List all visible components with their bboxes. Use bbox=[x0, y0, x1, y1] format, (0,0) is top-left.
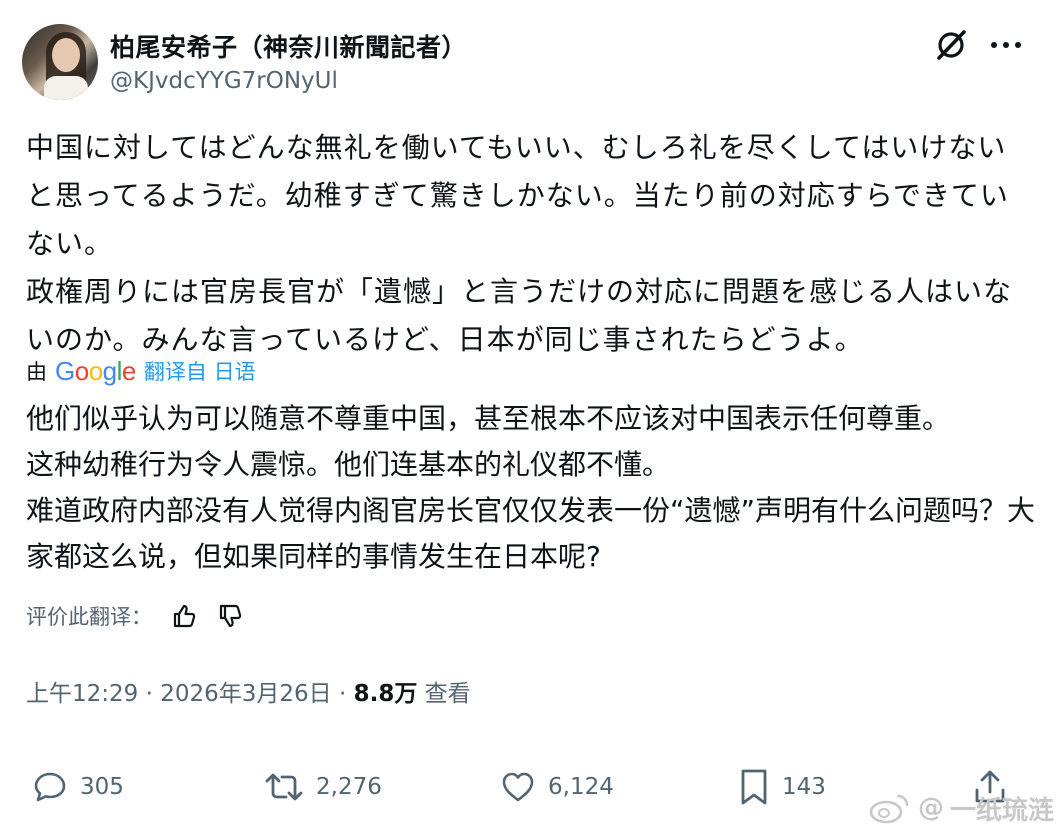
reply-count: 305 bbox=[80, 774, 124, 800]
google-logo-letter: e bbox=[121, 355, 136, 386]
translation-paragraph: 他们似乎认为可以随意不尊重中国，甚至根本不应该对中国表示任何尊重。 这种幼稚行为… bbox=[26, 402, 1036, 573]
thumbs-down-icon[interactable] bbox=[216, 602, 244, 630]
translated-by-label: 由 bbox=[26, 360, 47, 384]
reply-button[interactable]: 305 bbox=[32, 760, 124, 814]
author-handle[interactable]: @KJvdcYYG7rONyUl bbox=[110, 68, 338, 94]
rate-translation-label: 评价此翻译： bbox=[26, 605, 152, 629]
watermark-text: 一纸琉涟 bbox=[950, 795, 1055, 826]
bookmark-icon bbox=[741, 769, 767, 805]
tweet-meta: 上午12:29 · 2026年3月26日 · 8.8万 查看 bbox=[26, 674, 471, 708]
views-count: 8.8万 bbox=[353, 681, 418, 707]
translate-source-link[interactable]: 翻译自 日语 bbox=[144, 356, 256, 386]
meta-separator: · bbox=[331, 681, 354, 707]
thumbs-up-icon[interactable] bbox=[170, 602, 198, 630]
google-logo-letter: g bbox=[102, 355, 117, 386]
tweet-paragraph: 中国に対してはどんな無礼を働いてもいい、むしろ礼を尽くしてはいけないと思ってるよ… bbox=[26, 131, 1013, 356]
google-logo-letter: o bbox=[74, 355, 89, 386]
watermark: @ 一纸琉涟 bbox=[868, 786, 1054, 830]
more-icon[interactable] bbox=[986, 30, 1026, 60]
meta-separator: · bbox=[138, 681, 161, 707]
bookmark-count: 143 bbox=[782, 774, 826, 800]
heart-icon bbox=[502, 772, 534, 802]
reply-icon bbox=[34, 772, 66, 802]
google-logo: Google bbox=[55, 356, 136, 387]
repost-icon bbox=[265, 773, 303, 801]
author-display-name[interactable]: 柏尾安希子（神奈川新聞記者） bbox=[110, 28, 467, 64]
author-avatar[interactable] bbox=[22, 24, 98, 100]
translated-by-row: 由 Google 翻译自 日语 bbox=[26, 355, 256, 387]
avatar-face bbox=[52, 38, 80, 72]
views-label: 查看 bbox=[424, 681, 471, 707]
watermark-at: @ bbox=[918, 793, 944, 823]
weibo-logo-icon bbox=[869, 794, 909, 824]
google-logo-letter: G bbox=[55, 355, 75, 386]
tweet-time[interactable]: 上午12:29 bbox=[26, 681, 138, 707]
repost-button[interactable]: 2,276 bbox=[264, 760, 382, 814]
google-logo-letter: o bbox=[88, 355, 103, 386]
translation-text: 他们似乎认为可以随意不尊重中国，甚至根本不应该对中国表示任何尊重。 这种幼稚行为… bbox=[26, 396, 1036, 580]
rate-translation-row: 评价此翻译： bbox=[26, 598, 244, 634]
tweet-date[interactable]: 2026年3月26日 bbox=[160, 681, 331, 707]
bookmark-button[interactable]: 143 bbox=[738, 760, 826, 814]
like-button[interactable]: 6,124 bbox=[500, 760, 614, 814]
repost-count: 2,276 bbox=[316, 774, 382, 800]
grok-icon[interactable] bbox=[934, 28, 968, 62]
like-count: 6,124 bbox=[548, 774, 614, 800]
tweet-text: 中国に対してはどんな無礼を働いてもいい、むしろ礼を尽くしてはいけないと思ってるよ… bbox=[26, 124, 1026, 364]
avatar-body bbox=[44, 76, 88, 100]
